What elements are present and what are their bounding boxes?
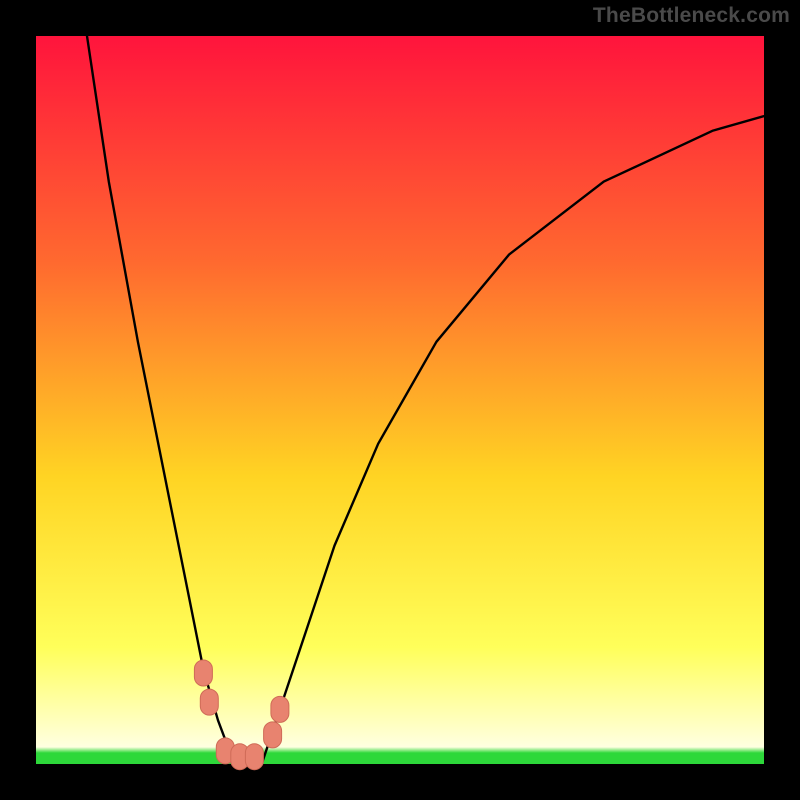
- watermark-text: TheBottleneck.com: [593, 4, 790, 28]
- data-marker: [194, 660, 212, 686]
- data-marker: [245, 744, 263, 770]
- plot-area: [36, 36, 764, 764]
- bottleneck-curve: [36, 36, 764, 764]
- curve-left-branch: [87, 36, 236, 764]
- chart-frame: TheBottleneck.com: [0, 0, 800, 800]
- data-marker: [200, 689, 218, 715]
- curve-right-branch: [262, 116, 764, 764]
- data-marker: [264, 722, 282, 748]
- data-marker: [271, 696, 289, 722]
